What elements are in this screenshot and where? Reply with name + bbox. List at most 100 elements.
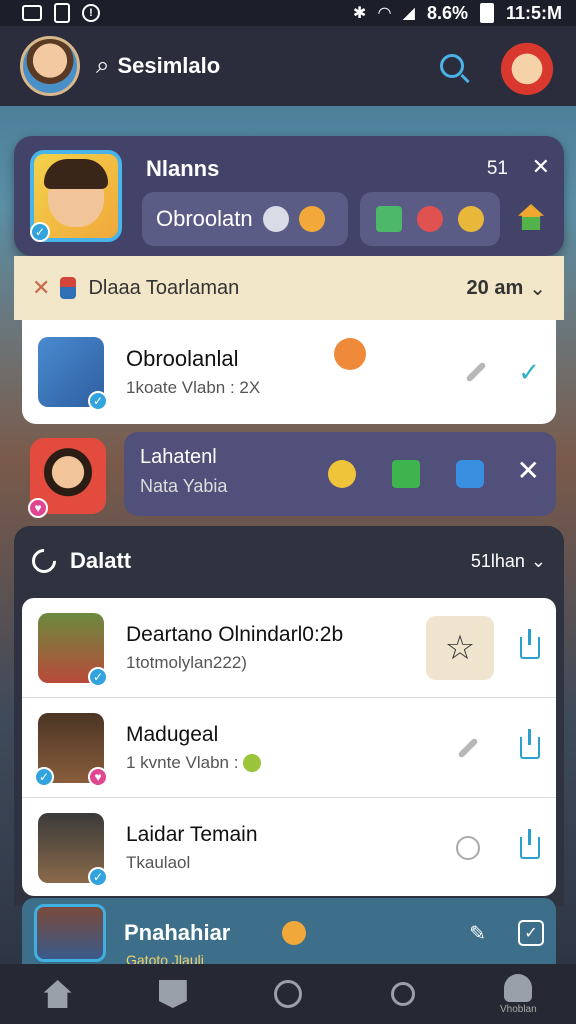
search-button[interactable] [432,46,472,86]
edit-icon[interactable] [465,361,487,383]
checkbox-icon[interactable]: ✓ [518,920,544,946]
bluetooth-icon: ✱ [352,5,367,22]
share-icon[interactable] [520,829,540,859]
section-time[interactable]: 20 am [467,277,524,300]
edit-icon[interactable] [457,736,479,759]
message-icon [22,5,42,21]
compass-icon [273,980,302,1008]
mushroom-icon [416,206,443,232]
bottom-nav: Vhoblan [0,964,576,1024]
home-icon [43,980,72,1008]
verified-icon: ✓ [88,867,108,887]
featured-avatar[interactable]: ✓ [30,150,122,242]
edit-icon[interactable]: ✎ [469,921,486,946]
battery-icon [479,3,494,23]
chip-label: Obroolatn [156,206,253,231]
list-item[interactable]: ✓ Deartano Olnindarl0:2b 1totmolylan222)… [22,598,556,698]
check-leaf-icon[interactable] [392,460,420,488]
nav-profile-label: Vhoblan [499,1003,537,1015]
featured-count: 51 [486,158,508,179]
star-icon[interactable]: ☆ [426,615,494,680]
wifi-icon: ◠ [378,5,391,22]
app-title: Sesimlalo [117,53,221,78]
envelope-icon [376,206,403,232]
contact-photo: ✓ [38,337,108,411]
featured-name: Nlanns [146,156,220,181]
neutral-face-icon [262,206,289,232]
list-item[interactable]: ✓ ♥ Madugeal 1 kvnte Vlabn : [22,698,556,798]
contact-photo [34,904,106,962]
status-bar: ! ✱ ◠ ◢ 8.6% 11:5:M [0,0,576,26]
home-icon[interactable] [518,204,544,230]
close-icon[interactable]: ✕ [532,154,550,180]
contact-name: Obroolanlal [126,346,239,371]
contact-photo: ✓ [38,813,108,887]
contact-name: Lahatenl [140,446,217,468]
contact-meta: Nata Yabia [140,476,228,496]
check-icon[interactable]: ✓ [518,357,540,388]
panel-header: Dalatt 51lhan ⌄ [14,526,564,596]
pen-icon [27,544,61,578]
user-avatar[interactable] [20,36,80,96]
nav-home[interactable] [28,964,88,1024]
figure-icon [60,277,77,299]
contact-meta: 1 kvnte Vlabn : [126,753,262,773]
featured-card[interactable]: ✓ Nlanns 51 ✕ Obroolatn [14,136,564,256]
shield-icon[interactable] [456,460,484,488]
wink-face-icon [298,206,325,232]
search-icon [440,54,464,78]
section-header: ✕ Dlaaa Toarlaman 20 am ⌄ [14,256,564,320]
contact-photo: ✓ ♥ [34,712,108,787]
sort-dropdown[interactable]: 51lhan [471,551,525,572]
contact-list: ✓ Deartano Olnindarl0:2b 1totmolylan222)… [22,598,556,896]
contact-name: Deartano Olnindarl0:2b [126,622,344,646]
panel-title: Dalatt [70,548,132,573]
signal-icon: ◢ [402,5,415,22]
heart-emoji-icon [282,921,307,945]
wink-face-icon[interactable] [328,460,356,488]
share-icon[interactable] [520,628,540,659]
contact-name: Madugeal [126,722,219,746]
verified-icon: ✓ [88,391,108,411]
doc-icon [54,3,70,23]
sun-icon [457,206,484,232]
verified-icon: ✓ [30,222,50,242]
verified-icon: ✓ [34,766,54,787]
contact-meta: Tkaulaol [126,853,191,872]
clock: 11:5:M [505,2,562,23]
chat-chip[interactable]: Obroolatn [142,192,348,246]
search-icon [391,982,416,1006]
contact-meta: 1totmolylan222) [126,652,247,672]
close-icon[interactable]: ✕ [517,454,540,487]
contact-photo[interactable]: ♥ [28,438,106,518]
contact-row-active[interactable]: Lahatenl Nata Yabia ✕ [124,432,556,516]
nav-discover[interactable] [258,964,318,1024]
chevron-down-icon[interactable]: ⌄ [531,551,546,572]
verified-icon: ✓ [88,666,108,687]
heart-badge-icon: ♥ [88,766,108,787]
nav-chats[interactable] [143,964,203,1024]
nav-search[interactable] [373,964,433,1024]
bookmark-icon [158,980,187,1008]
battery-percent: 8.6% [426,2,468,23]
list-item[interactable]: ✓ Laidar Temain Tkaulaol [22,798,556,896]
emoji-icon [243,754,262,773]
heart-badge-icon: ♥ [28,498,48,518]
contact-name: Pnahahiar [124,920,231,945]
contact-name: Laidar Temain [126,823,258,846]
share-icon[interactable] [520,728,540,759]
face-illustration [44,159,108,227]
timer-icon[interactable] [456,836,480,860]
alert-icon: ! [82,4,100,22]
pin-icon: ✕ [32,275,51,300]
person-icon [504,973,533,1002]
chevron-down-icon[interactable]: ⌄ [529,276,546,301]
list-item-partial[interactable]: Pnahahiar ✎ ✓ Gatoto Jlauli [22,898,556,968]
reactions-chip[interactable] [360,192,500,246]
smile-emoji-icon [334,338,366,370]
contact-meta: 1koate Vlabn : 2X [126,378,261,397]
mascot-avatar[interactable] [498,37,556,95]
contact-row[interactable]: ✓ Obroolanlal 1koate Vlabn : 2X ✓ [22,320,556,424]
nav-profile[interactable]: Vhoblan [488,964,548,1024]
app-bar: ⌕ Sesimlalo [0,26,576,106]
